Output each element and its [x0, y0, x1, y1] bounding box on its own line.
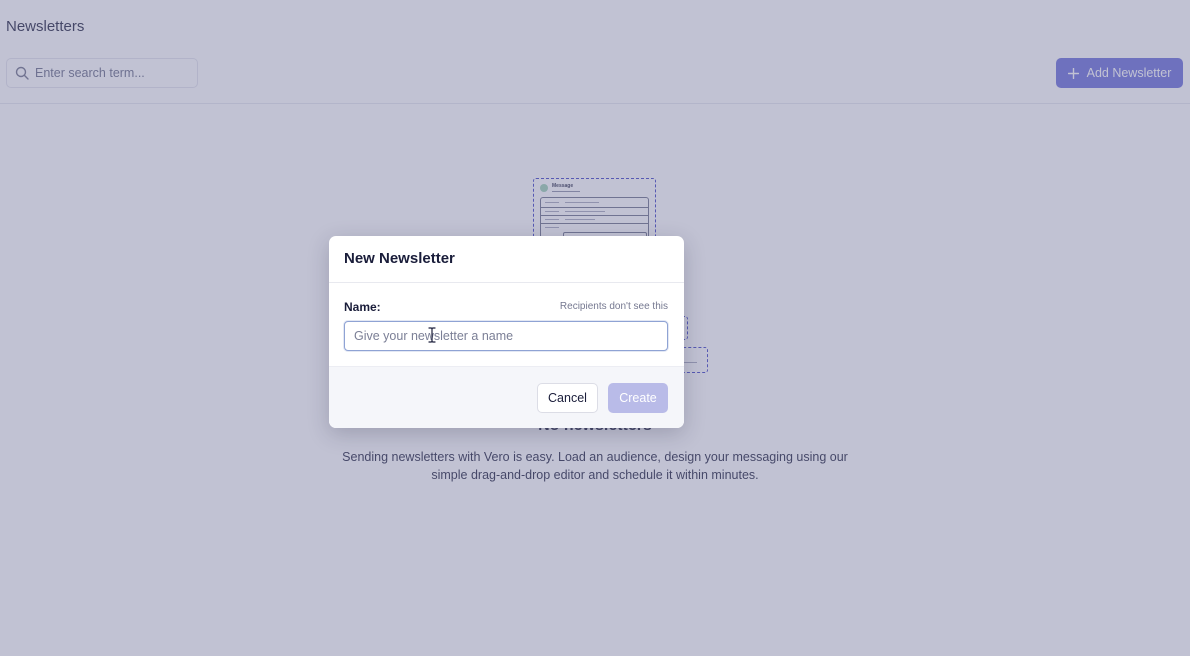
cancel-button[interactable]: Cancel: [537, 383, 598, 413]
dialog-title: New Newsletter: [344, 250, 455, 267]
dialog-body: Name: Recipients don't see this: [329, 283, 684, 366]
dialog-header: New Newsletter: [329, 236, 684, 283]
name-hint: Recipients don't see this: [559, 301, 668, 312]
newsletter-name-input[interactable]: [344, 321, 668, 351]
name-label: Name:: [344, 300, 381, 314]
dialog-footer: Cancel Create: [329, 366, 684, 428]
new-newsletter-dialog: New Newsletter Name: Recipients don't se…: [329, 236, 684, 428]
create-button[interactable]: Create: [608, 383, 668, 413]
